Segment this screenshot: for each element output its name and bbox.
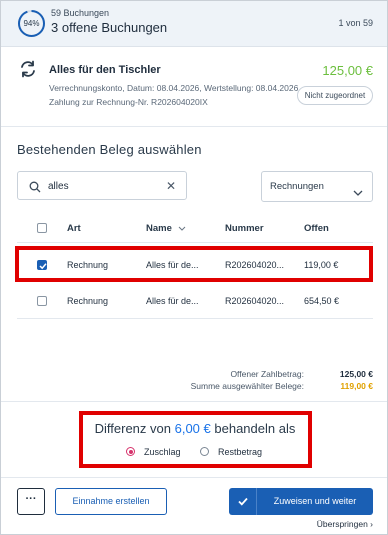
skip-link[interactable]: Überspringen › (317, 519, 373, 529)
chevron-down-icon (353, 183, 363, 196)
highlight-frame-difference (79, 411, 312, 468)
row-divider (17, 318, 373, 319)
column-header-art[interactable]: Art (67, 223, 81, 234)
swap-arrows-icon (19, 60, 37, 78)
create-income-button[interactable]: Einnahme erstellen (55, 488, 167, 515)
divider (1, 477, 387, 478)
divider (1, 401, 387, 402)
selected-sum-label: Summe ausgewählter Belege: (190, 381, 304, 391)
header-title: 3 offene Buchungen (51, 20, 168, 35)
sort-chevron-icon (178, 223, 186, 234)
open-amount-label: Offener Zahlbetrag: (230, 369, 304, 379)
booking-assignment-panel: 94% 59 Buchungen 3 offene Buchungen 1 vo… (0, 0, 388, 535)
cell-art: Rechnung (67, 296, 109, 306)
cell-nummer: R202604020... (225, 296, 285, 306)
pager: 1 von 59 (338, 18, 373, 28)
assign-and-continue-button[interactable]: Zuweisen und weiter (229, 488, 373, 515)
select-value: Rechnungen (270, 181, 324, 192)
column-header-nummer[interactable]: Nummer (225, 223, 264, 234)
booking-amount: 125,00 € (322, 63, 373, 78)
cell-offen: 654,50 € (304, 296, 340, 306)
search-field[interactable]: ✕ (17, 171, 187, 200)
column-header-name[interactable]: Name (146, 223, 186, 234)
clear-search-icon[interactable]: ✕ (166, 178, 176, 194)
progress-percent: 94% (23, 19, 40, 28)
document-type-select[interactable]: Rechnungen (261, 171, 373, 202)
booking-meta-line1: Verrechnungskonto, Datum: 08.04.2026, We… (49, 83, 299, 93)
assign-and-continue-label: Zuweisen und weiter (273, 496, 357, 506)
progress-ring: 94% (17, 9, 46, 38)
selected-sum-value: 119,00 € (340, 381, 373, 391)
checkmark-icon (229, 488, 257, 515)
header-bar: 94% 59 Buchungen 3 offene Buchungen 1 vo… (1, 1, 387, 47)
search-input[interactable] (48, 177, 158, 195)
row-divider (17, 242, 373, 243)
highlight-frame-selected-row (15, 246, 373, 282)
open-amount-value: 125,00 € (339, 369, 373, 379)
bookings-count: 59 Buchungen (51, 8, 110, 18)
column-header-name-label: Name (146, 223, 172, 235)
divider (1, 126, 387, 127)
column-header-offen[interactable]: Offen (304, 223, 329, 234)
booking-title: Alles für den Tischler (49, 64, 161, 76)
booking-meta-line2: Zahlung zur Rechnung-Nr. R202604020IX (49, 97, 208, 107)
search-icon (29, 180, 41, 193)
select-all-checkbox[interactable] (37, 223, 47, 233)
row-checkbox[interactable] (37, 296, 47, 306)
status-badge: Nicht zugeordnet (297, 86, 373, 105)
section-title: Bestehenden Beleg auswählen (17, 142, 202, 157)
cell-name: Alles für de... (146, 296, 199, 306)
more-options-button[interactable]: ··· (17, 488, 45, 515)
